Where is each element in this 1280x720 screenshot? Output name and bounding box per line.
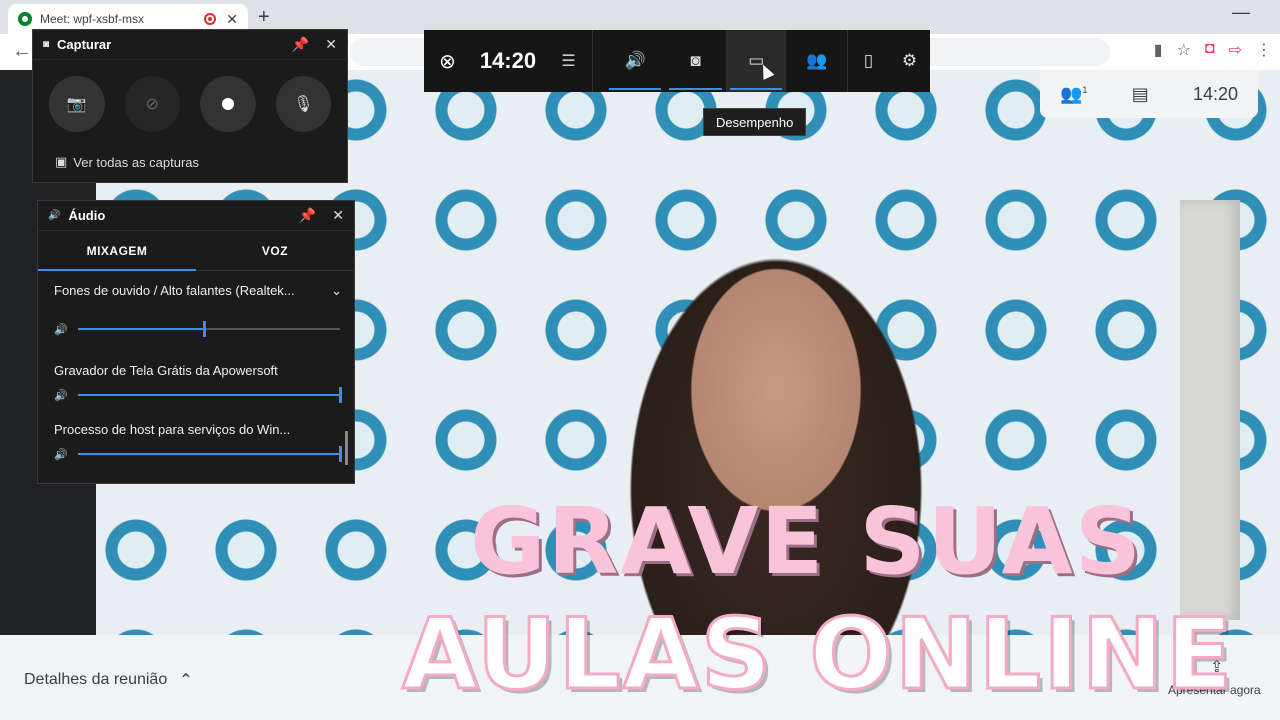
menu-icon[interactable]: ☰ — [545, 51, 592, 71]
slider-fill — [78, 328, 204, 330]
slider-track — [78, 387, 342, 403]
speaker-icon: 🔊 — [54, 323, 68, 336]
slider-track — [78, 446, 342, 462]
slider-thumb[interactable] — [339, 387, 342, 403]
output-device-select[interactable]: Fones de ouvido / Alto falantes (Realtek… — [54, 283, 342, 299]
audio-widget-title: Áudio — [68, 208, 106, 223]
start-recording-button[interactable] — [200, 76, 256, 132]
see-all-captures-link[interactable]: ▣ Ver todas as capturas — [55, 154, 199, 170]
pocket-icon[interactable]: ◘ — [1205, 40, 1215, 60]
see-all-captures-label: Ver todas as capturas — [73, 154, 200, 170]
gear-icon: ⚙ — [901, 51, 918, 70]
capture-buttons: 📷 ⊘ 🎙 — [33, 60, 347, 132]
active-indicator — [729, 88, 783, 90]
slider-fill — [78, 394, 340, 396]
minimize-button[interactable]: — — [1232, 2, 1250, 23]
overlay-title-line1: GRAVE SUAS — [470, 488, 1143, 595]
record-icon — [204, 13, 217, 25]
speaker-icon: 🔊 — [48, 210, 61, 221]
audio-widget-button[interactable]: 🔊 — [605, 30, 666, 92]
close-icon[interactable]: ✕ — [332, 207, 344, 224]
mic-toggle-button[interactable]: 🎙 — [275, 76, 331, 132]
screenshot-icon: 📷 — [66, 96, 87, 113]
active-indicator — [669, 88, 722, 90]
people-icon: 👥 — [806, 51, 828, 70]
app-volume-slider[interactable]: 🔊 — [54, 446, 342, 462]
audio-widget-header[interactable]: 🔊 Áudio 📌 ✕ — [38, 201, 354, 231]
toolbar-icons: ▮ ☆ ◘ ⇨ ⋮ — [1154, 40, 1272, 60]
game-bar: ⊗ 14:20 ☰ 🔊 ◙ ▭ 👥 ▯ ⚙ — [424, 30, 930, 92]
capture-widget-button[interactable]: ◙ — [665, 30, 726, 92]
capture-widget: ◙ Capturar 📌 ✕ 📷 ⊘ 🎙 ▣ Ver todas as capt… — [32, 29, 348, 183]
meet-top-panel: 👥1 ▤ 14:20 — [1040, 70, 1258, 118]
people-icon[interactable]: 👥1 — [1060, 84, 1087, 105]
app-volume-slider[interactable]: 🔊 — [54, 387, 342, 403]
meeting-details-button[interactable]: Detalhes da reunião ⌃ — [24, 670, 193, 690]
tab-voice[interactable]: VOZ — [196, 231, 354, 270]
slider-thumb[interactable] — [339, 446, 342, 462]
video-background-pillar — [1180, 200, 1240, 620]
close-icon[interactable]: ✕ — [226, 11, 238, 28]
meeting-details-label: Detalhes da reunião — [24, 671, 168, 688]
capture-icon: ◙ — [690, 51, 701, 70]
speaker-icon: 🔊 — [54, 389, 68, 402]
capture-widget-header[interactable]: ◙ Capturar 📌 ✕ — [33, 30, 347, 60]
performance-widget-button[interactable]: ▭ — [725, 30, 787, 92]
slider-thumb[interactable] — [202, 321, 206, 337]
chat-icon[interactable]: ▤ — [1132, 84, 1149, 105]
slider-fill — [78, 453, 340, 455]
more-icon[interactable]: ⋮ — [1256, 40, 1272, 60]
mouse-widget-button[interactable]: ▯ — [848, 30, 889, 92]
speaker-icon: 🔊 — [54, 448, 68, 461]
meet-icon — [18, 12, 32, 26]
capture-icon: ◙ — [43, 39, 50, 50]
output-device-label: Fones de ouvido / Alto falantes (Realtek… — [54, 283, 295, 298]
active-indicator — [608, 88, 662, 90]
chevron-up-icon: ⌃ — [179, 672, 193, 689]
tooltip: Desempenho — [703, 108, 807, 136]
xbox-icon[interactable]: ⊗ — [424, 49, 471, 74]
overlay-title-line2: AULAS ONLINE — [401, 597, 1235, 714]
back-arrow-icon[interactable]: ← — [12, 40, 32, 63]
plus-icon[interactable]: + — [258, 6, 270, 29]
slider-track — [78, 321, 340, 337]
participants-badge: 1 — [1082, 84, 1088, 95]
speaker-icon: 🔊 — [624, 51, 646, 70]
audio-widget: 🔊 Áudio 📌 ✕ MIXAGEM VOZ Fones de ouvido … — [37, 200, 355, 484]
pin-icon[interactable]: 📌 — [299, 207, 316, 224]
settings-button[interactable]: ⚙ — [889, 30, 930, 92]
pin-icon[interactable]: 📌 — [292, 36, 309, 53]
chevron-down-icon: ⌄ — [331, 283, 342, 298]
audio-tabs: MIXAGEM VOZ — [38, 231, 354, 271]
mic-icon: 🎙 — [293, 96, 314, 113]
camera-icon[interactable]: ▮ — [1154, 40, 1163, 60]
mouse-icon: ▯ — [863, 51, 874, 70]
record-last-button[interactable]: ⊘ — [124, 76, 180, 132]
social-widget-button[interactable]: 👥 — [786, 30, 847, 92]
game-bar-clock: 14:20 — [479, 48, 537, 73]
app-name: Gravador de Tela Grátis da Apowersoft — [54, 363, 278, 378]
extension-icon[interactable]: ⇨ — [1229, 40, 1242, 60]
capture-widget-title: Capturar — [57, 37, 112, 52]
meet-clock: 14:20 — [1192, 83, 1238, 104]
device-volume-slider[interactable]: 🔊 — [54, 321, 340, 337]
star-icon[interactable]: ☆ — [1177, 40, 1191, 60]
app-name: Processo de host para serviços do Win... — [54, 422, 291, 437]
close-icon[interactable]: ✕ — [325, 36, 337, 53]
gallery-icon: ▣ — [55, 154, 68, 169]
screenshot-button[interactable]: 📷 — [49, 76, 105, 132]
tab-title: Meet: wpf-xsbf-msx — [40, 12, 145, 26]
tab-mix[interactable]: MIXAGEM — [38, 231, 196, 271]
scrollbar[interactable] — [345, 431, 348, 465]
record-icon — [221, 98, 234, 110]
record-last-icon: ⊘ — [145, 96, 159, 113]
divider — [591, 30, 593, 92]
